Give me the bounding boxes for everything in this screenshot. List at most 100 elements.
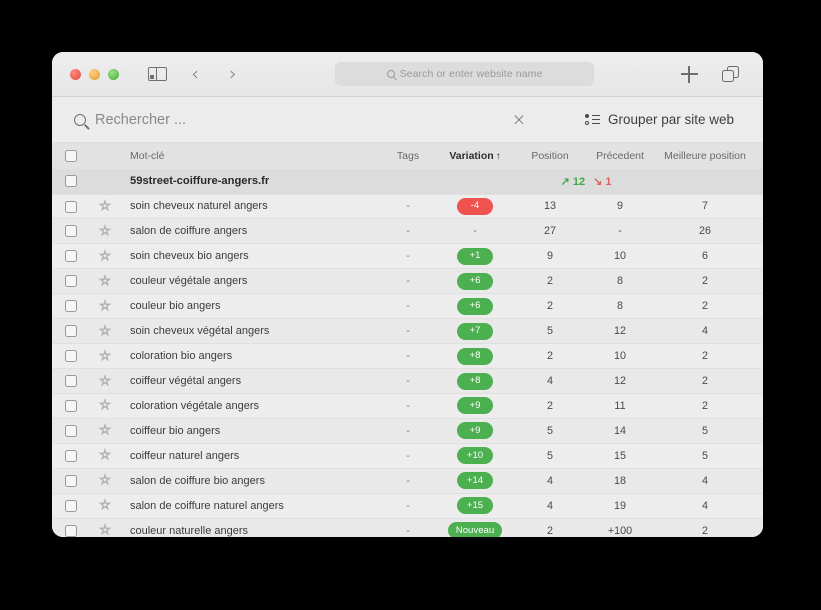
window-controls[interactable] xyxy=(70,68,119,80)
row-favorite-cell[interactable]: ☆ xyxy=(90,393,120,419)
row-favorite-cell[interactable]: ☆ xyxy=(90,468,120,494)
row-checkbox[interactable] xyxy=(65,449,77,462)
table-row[interactable]: ☆ couleur végétale angers - +6 2 8 2 xyxy=(52,268,763,295)
column-header-variation[interactable]: Variation ↑ xyxy=(434,143,516,169)
search-input[interactable] xyxy=(95,111,425,128)
row-checkbox[interactable] xyxy=(65,200,77,213)
row-favorite-cell[interactable]: ☆ xyxy=(90,418,120,444)
row-select-cell[interactable] xyxy=(52,393,90,419)
table-group-row[interactable]: 59street-coiffure-angers.fr ↗ 12 ↘ 1 xyxy=(52,169,763,195)
row-favorite-cell[interactable]: ☆ xyxy=(90,243,120,270)
row-variation-badge: +14 xyxy=(457,472,493,490)
table-row[interactable]: ☆ coloration bio angers - +8 2 10 2 xyxy=(52,343,763,370)
row-checkbox[interactable] xyxy=(65,499,77,512)
row-favorite-cell[interactable]: ☆ xyxy=(90,518,120,537)
row-checkbox[interactable] xyxy=(65,325,77,338)
row-variation-cell: +7 xyxy=(434,318,516,345)
row-checkbox[interactable] xyxy=(65,275,77,288)
column-header-truncated[interactable]: C xyxy=(754,143,763,169)
row-favorite-cell[interactable]: ☆ xyxy=(90,293,120,320)
row-favorite-cell[interactable]: ☆ xyxy=(90,268,120,295)
row-checkbox[interactable] xyxy=(65,400,77,413)
forward-button[interactable]: › xyxy=(221,63,245,85)
row-checkbox[interactable] xyxy=(65,250,77,263)
row-more-cell[interactable] xyxy=(754,468,763,494)
address-bar[interactable]: Search or enter website name xyxy=(335,62,594,86)
row-checkbox[interactable] xyxy=(65,474,77,487)
table-row[interactable]: ☆ soin cheveux végétal angers - +7 5 12 4 xyxy=(52,318,763,345)
row-select-cell[interactable] xyxy=(52,468,90,494)
row-select-cell[interactable] xyxy=(52,268,90,295)
clear-search-button[interactable]: × xyxy=(504,105,534,135)
row-checkbox[interactable] xyxy=(65,350,77,363)
row-checkbox[interactable] xyxy=(65,300,77,313)
select-all-header[interactable] xyxy=(52,143,90,169)
keywords-table-container[interactable]: Mot-clé Tags Variation ↑ Position Précede… xyxy=(52,143,763,537)
table-row[interactable]: ☆ salon de coiffure bio angers - +14 4 18 4 xyxy=(52,468,763,494)
sidebar-toggle-button[interactable] xyxy=(145,63,169,85)
table-row[interactable]: ☆ coloration végétale angers - +9 2 11 2 xyxy=(52,393,763,419)
row-checkbox[interactable] xyxy=(65,375,77,388)
table-row[interactable]: ☆ salon de coiffure naturel angers - +15 4 19… xyxy=(52,493,763,519)
group-row-checkbox[interactable] xyxy=(65,175,77,188)
row-favorite-cell[interactable]: ☆ xyxy=(90,194,120,220)
group-row-select-cell[interactable] xyxy=(52,169,90,195)
row-more-cell[interactable] xyxy=(754,518,763,537)
column-header-position[interactable]: Position xyxy=(516,143,584,169)
row-more-cell[interactable] xyxy=(754,268,763,295)
row-checkbox[interactable] xyxy=(65,524,77,537)
row-favorite-cell[interactable]: ☆ xyxy=(90,493,120,519)
table-row[interactable]: ☆ coiffeur naturel angers - +10 5 15 5 xyxy=(52,443,763,469)
column-header-tags[interactable]: Tags xyxy=(382,143,434,169)
group-by-website-label: Grouper par site web xyxy=(608,112,735,127)
row-more-cell[interactable] xyxy=(754,318,763,345)
row-select-cell[interactable] xyxy=(52,443,90,469)
row-select-cell[interactable] xyxy=(52,194,90,220)
row-more-cell[interactable] xyxy=(754,368,763,394)
row-select-cell[interactable] xyxy=(52,343,90,370)
row-select-cell[interactable] xyxy=(52,243,90,270)
row-favorite-cell[interactable]: ☆ xyxy=(90,443,120,469)
row-more-cell[interactable] xyxy=(754,218,763,245)
column-header-keyword[interactable]: Mot-clé xyxy=(120,143,382,169)
row-select-cell[interactable] xyxy=(52,518,90,537)
row-checkbox[interactable] xyxy=(65,424,77,437)
column-header-best-position[interactable]: Meilleure position xyxy=(656,143,754,169)
row-select-cell[interactable] xyxy=(52,368,90,394)
row-select-cell[interactable] xyxy=(52,493,90,519)
row-more-cell[interactable] xyxy=(754,194,763,220)
table-row[interactable]: ☆ couleur bio angers - +6 2 8 2 xyxy=(52,293,763,320)
row-favorite-cell[interactable]: ☆ xyxy=(90,368,120,394)
row-favorite-cell[interactable]: ☆ xyxy=(90,218,120,245)
row-more-cell[interactable] xyxy=(754,493,763,519)
row-select-cell[interactable] xyxy=(52,418,90,444)
row-more-cell[interactable] xyxy=(754,393,763,419)
row-more-cell[interactable] xyxy=(754,243,763,270)
table-row[interactable]: ☆ couleur naturelle angers - Nouveau 2 +100 2 xyxy=(52,518,763,537)
search-field-wrapper[interactable] xyxy=(74,103,494,137)
close-window-button[interactable] xyxy=(70,68,81,80)
table-row[interactable]: ☆ soin cheveux naturel angers - -4 13 9 7 xyxy=(52,194,763,220)
zoom-window-button[interactable] xyxy=(108,68,119,80)
group-by-website-button[interactable]: Grouper par site web xyxy=(575,105,744,135)
column-header-previous[interactable]: Précedent xyxy=(584,143,656,169)
minimize-window-button[interactable] xyxy=(89,68,100,80)
select-all-checkbox[interactable] xyxy=(65,150,77,163)
row-favorite-cell[interactable]: ☆ xyxy=(90,343,120,370)
row-more-cell[interactable] xyxy=(754,418,763,444)
table-row[interactable]: ☆ coiffeur bio angers - +9 5 14 5 xyxy=(52,418,763,444)
table-row[interactable]: ☆ coiffeur végétal angers - +8 4 12 2 xyxy=(52,368,763,394)
row-select-cell[interactable] xyxy=(52,218,90,245)
back-button[interactable]: ‹ xyxy=(183,63,207,85)
row-favorite-cell[interactable]: ☆ xyxy=(90,318,120,345)
row-select-cell[interactable] xyxy=(52,318,90,345)
row-more-cell[interactable] xyxy=(754,293,763,320)
tab-overview-button[interactable] xyxy=(719,63,743,85)
row-checkbox[interactable] xyxy=(65,225,77,238)
row-more-cell[interactable] xyxy=(754,443,763,469)
new-tab-button[interactable] xyxy=(677,63,701,85)
table-row[interactable]: ☆ soin cheveux bio angers - +1 9 10 6 xyxy=(52,243,763,270)
table-row[interactable]: ☆ salon de coiffure angers - -27-26 xyxy=(52,218,763,245)
row-select-cell[interactable] xyxy=(52,293,90,320)
row-more-cell[interactable] xyxy=(754,343,763,370)
